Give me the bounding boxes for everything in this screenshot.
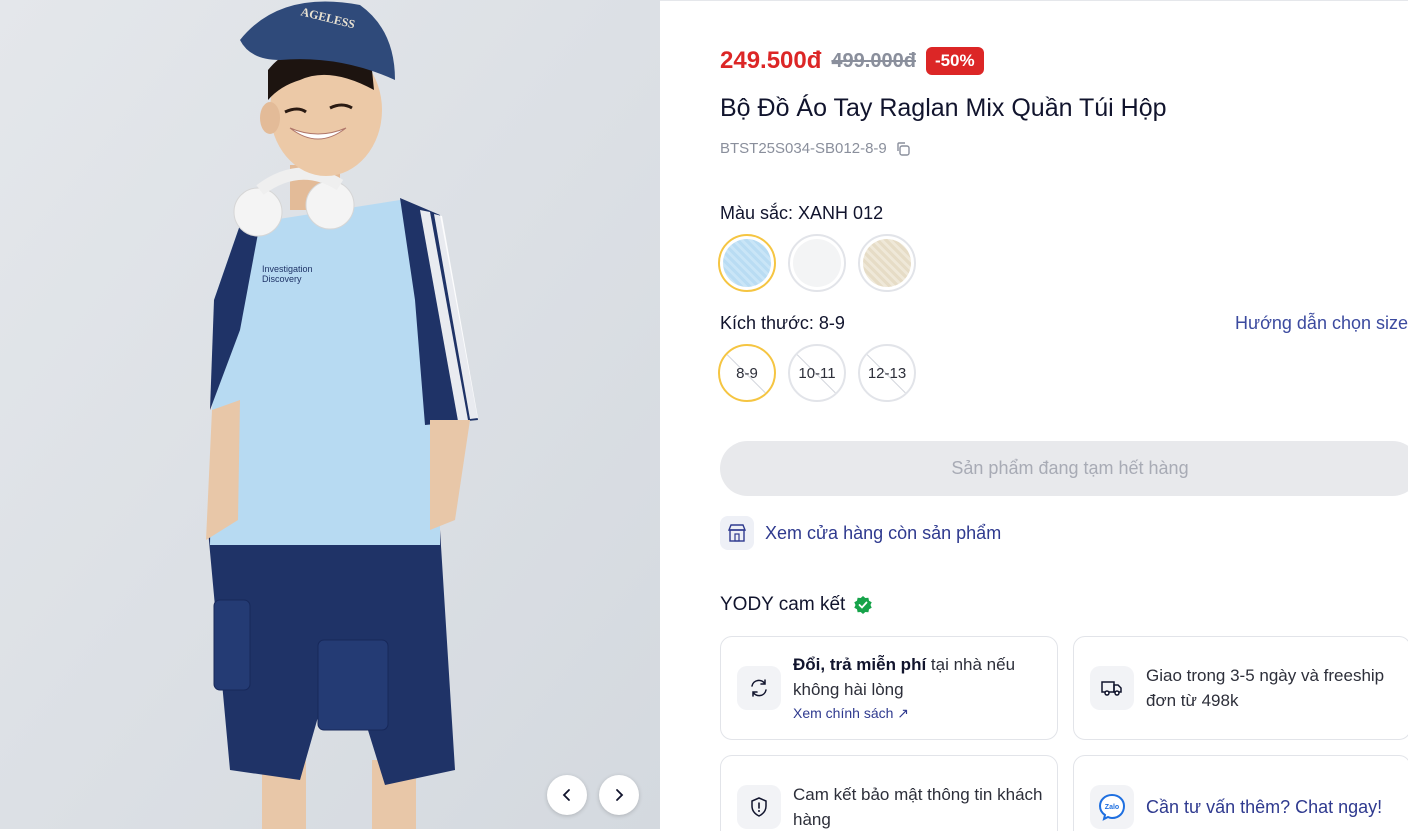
commitment-card-returns: Đổi, trả miễn phí tại nhà nếu không hài …	[720, 636, 1058, 740]
price-row: 249.500đ 499.000đ -50%	[720, 47, 984, 75]
discount-badge: -50%	[925, 47, 984, 75]
returns-card-bold: Đổi, trả miễn phí	[793, 655, 927, 674]
commitment-heading: YODY cam kết	[720, 594, 873, 616]
product-photo: Investigation Discovery AGELESS	[0, 0, 660, 829]
exchange-icon	[737, 666, 781, 710]
shirt-print-line-1: Investigation	[262, 264, 313, 274]
shield-icon	[737, 785, 781, 829]
zalo-icon: Zalo	[1090, 785, 1134, 829]
shipping-card-text: Giao trong 3-5 ngày và freeship đơn từ 4…	[1146, 666, 1385, 710]
size-option-10-11[interactable]: 10-11	[788, 344, 846, 402]
size-option-8-9[interactable]: 8-9	[718, 344, 776, 402]
truck-icon	[1090, 666, 1134, 710]
returns-card-body: Đổi, trả miễn phí tại nhà nếu không hài …	[793, 652, 1057, 724]
chat-card-text: Cần tư vấn thêm? Chat ngay!	[1146, 796, 1383, 817]
store-availability-link[interactable]: Xem cửa hàng còn sản phẩm	[720, 516, 1001, 550]
zalo-icon-label: Zalo	[1105, 804, 1119, 811]
privacy-card-text: Cam kết bảo mật thông tin khách hàng	[793, 785, 1043, 829]
size-guide-link[interactable]: Hướng dẫn chọn size	[1235, 313, 1408, 334]
product-gallery: Investigation Discovery AGELESS	[0, 0, 660, 829]
chevron-left-icon	[562, 789, 570, 801]
current-price: 249.500đ	[720, 47, 822, 74]
commitment-card-privacy: Cam kết bảo mật thông tin khách hàng	[720, 755, 1058, 831]
color-swatch-beige[interactable]	[858, 234, 916, 292]
size-option-label: 8-9	[736, 364, 758, 382]
color-label: Màu sắc: XANH 012	[720, 203, 883, 224]
commitment-title: YODY cam kết	[720, 594, 846, 615]
product-sku: BTST25S034-SB012-8-9	[720, 140, 887, 157]
return-policy-link[interactable]: Xem chính sách ↗	[793, 702, 1057, 724]
chevron-right-icon	[616, 789, 624, 801]
verified-check-icon	[854, 596, 873, 614]
commitment-card-shipping: Giao trong 3-5 ngày và freeship đơn từ 4…	[1073, 636, 1408, 740]
commitment-card-chat[interactable]: Zalo Cần tư vấn thêm? Chat ngay!	[1073, 755, 1408, 831]
store-icon	[720, 516, 754, 550]
store-link-label: Xem cửa hàng còn sản phẩm	[765, 522, 1002, 543]
shirt-print-line-2: Discovery	[262, 274, 302, 284]
color-swatch-white[interactable]	[788, 234, 846, 292]
size-label-text: Kích thước:	[720, 313, 814, 333]
gallery-prev-button[interactable]	[547, 775, 587, 815]
size-label: Kích thước: 8-9	[720, 313, 845, 334]
selected-size: 8-9	[818, 313, 845, 333]
gallery-next-button[interactable]	[599, 775, 639, 815]
color-label-text: Màu sắc:	[720, 203, 794, 223]
copy-icon[interactable]	[895, 141, 911, 157]
original-price: 499.000đ	[831, 49, 916, 72]
size-option-label: 12-13	[867, 364, 907, 382]
color-swatch-xanh-012[interactable]	[718, 234, 776, 292]
size-option-label: 10-11	[798, 364, 836, 382]
sku-row: BTST25S034-SB012-8-9	[720, 140, 911, 157]
out-of-stock-button[interactable]: Sản phẩm đang tạm hết hàng	[720, 441, 1408, 496]
size-option-12-13[interactable]: 12-13	[858, 344, 916, 402]
product-info-panel: 249.500đ 499.000đ -50% Bộ Đồ Áo Tay Ragl…	[660, 0, 1408, 831]
product-title: Bộ Đồ Áo Tay Raglan Mix Quần Túi Hộp	[720, 94, 1167, 122]
selected-color-name: XANH 012	[798, 203, 884, 223]
